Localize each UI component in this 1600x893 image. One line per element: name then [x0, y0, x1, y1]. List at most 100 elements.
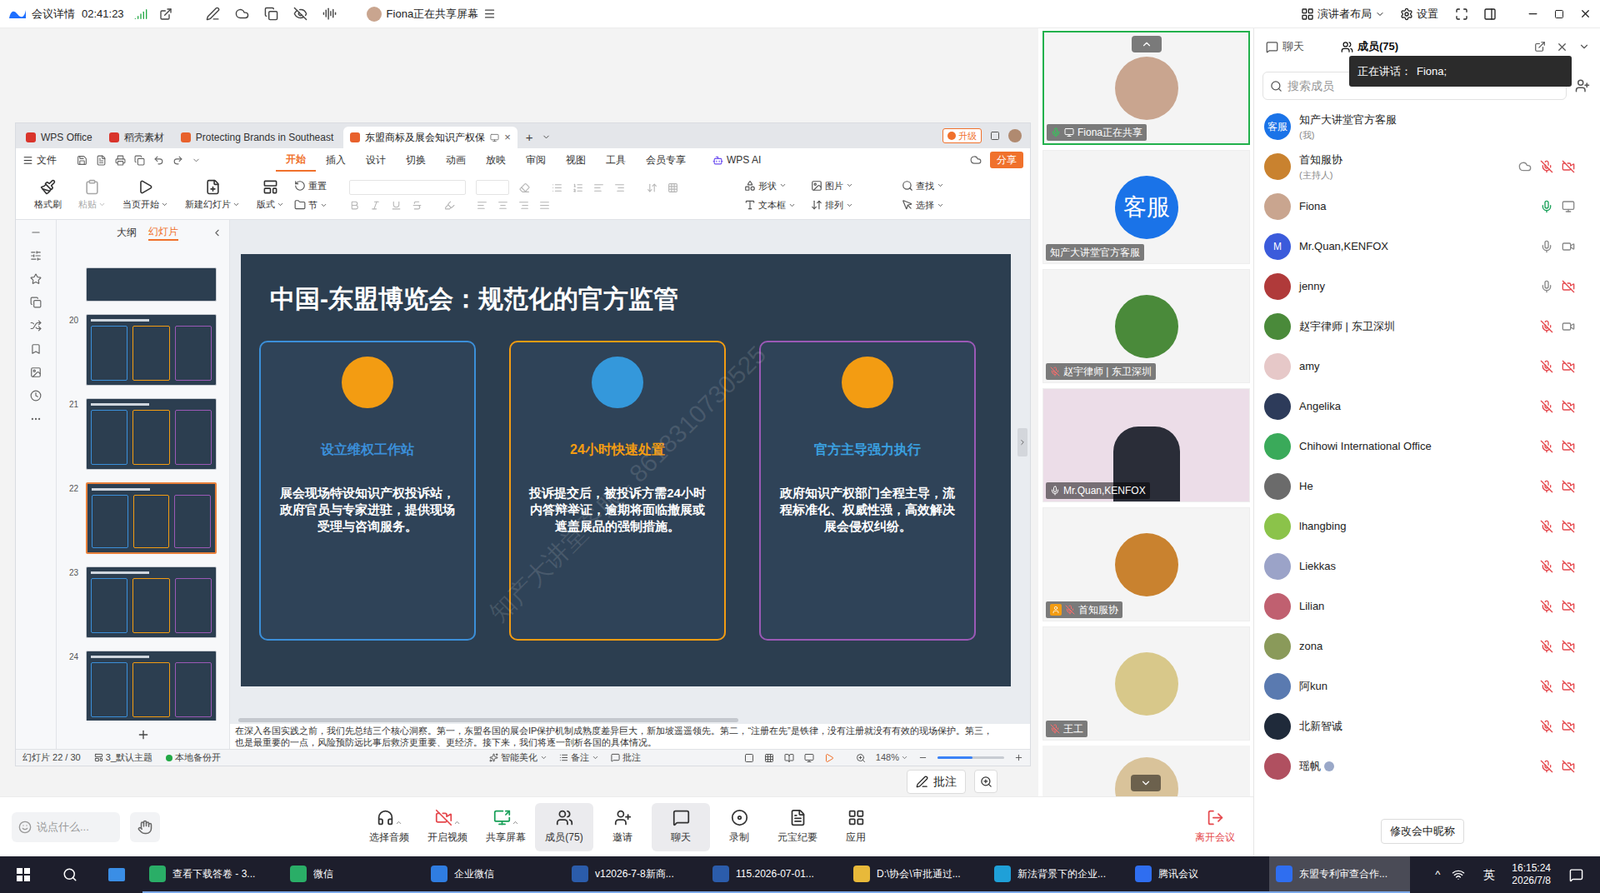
taskbar-item[interactable]: 115.2026-07-01...: [705, 856, 847, 893]
toolbar-button[interactable]: 聊天: [651, 803, 710, 852]
member-row[interactable]: Fiona: [1254, 186, 1600, 227]
layout-button[interactable]: 演讲者布局: [1300, 5, 1385, 23]
notification-icon[interactable]: [1569, 868, 1584, 883]
ribbon-small-button[interactable]: 排列: [810, 198, 854, 213]
video-tile[interactable]: Fiona正在共享: [1042, 30, 1250, 145]
document-tab[interactable]: WPS Office: [19, 126, 100, 149]
copy-icon[interactable]: [264, 6, 279, 21]
transition-icon[interactable]: [30, 320, 42, 332]
ribbon-small-button[interactable]: 形状: [744, 179, 796, 194]
zoom-slider[interactable]: [937, 756, 1005, 760]
audio-icon[interactable]: [322, 6, 337, 21]
menu-item[interactable]: 视图: [555, 148, 596, 172]
panel-tab[interactable]: 聊天: [1265, 38, 1305, 55]
collapse-icon[interactable]: [30, 226, 42, 239]
member-row[interactable]: Liekkas: [1254, 546, 1600, 587]
network-icon[interactable]: [1451, 868, 1465, 882]
member-row[interactable]: Angelika: [1254, 386, 1600, 427]
member-row[interactable]: 首知服协(主持人): [1254, 146, 1600, 187]
star-icon[interactable]: [30, 273, 42, 285]
ribbon-button[interactable]: 粘贴: [71, 179, 113, 212]
document-icon[interactable]: [95, 155, 107, 166]
video-tile[interactable]: 客服知产大讲堂官方客服: [1042, 150, 1250, 265]
menu-item[interactable]: 动画: [435, 148, 476, 172]
sidebar-icon[interactable]: [1483, 7, 1497, 21]
ribbon-button[interactable]: 当页开始: [115, 179, 175, 212]
reading-view-icon[interactable]: [784, 753, 795, 764]
scroll-down-button[interactable]: [1130, 775, 1161, 792]
ribbon-small-button[interactable]: 查找: [901, 179, 945, 194]
document-tab[interactable]: 稻壳素材: [102, 126, 171, 149]
document-tab[interactable]: Protecting Brands in Southeast: [174, 126, 340, 149]
toolbar-button[interactable]: 元宝纪要: [768, 803, 827, 852]
copy-icon[interactable]: [30, 296, 42, 309]
toolbar-button[interactable]: 邀请: [593, 803, 652, 852]
video-tile[interactable]: 首知服协: [1042, 507, 1250, 622]
video-tile[interactable]: 王工: [1042, 626, 1250, 741]
panel-tab[interactable]: 大纲: [116, 225, 137, 240]
member-row[interactable]: 阿kun: [1254, 666, 1600, 707]
font-field[interactable]: [349, 180, 466, 195]
document-tab[interactable]: 东盟商标及展会知识产权保×: [343, 126, 518, 149]
menu-item[interactable]: 设计: [355, 148, 396, 172]
upgrade-badge[interactable]: 升级: [942, 128, 982, 145]
member-row[interactable]: lhangbing: [1254, 506, 1600, 547]
menu-item[interactable]: 开始: [275, 148, 316, 172]
theme-name[interactable]: 3_默认主题: [94, 750, 153, 765]
horizontal-scrollbar[interactable]: [230, 715, 1030, 725]
member-row[interactable]: 客服知产大讲堂官方客服(我): [1254, 106, 1600, 147]
pop-out-icon[interactable]: [1534, 40, 1546, 53]
sliders-icon[interactable]: [30, 250, 42, 262]
ribbon-button[interactable]: 新建幻灯片: [178, 179, 247, 212]
collapse-panel-icon[interactable]: [211, 227, 223, 239]
notes-button[interactable]: 备注: [559, 750, 600, 765]
tab-close[interactable]: ×: [504, 129, 511, 146]
cloud-icon[interactable]: [970, 154, 982, 166]
redo-icon[interactable]: [172, 155, 184, 166]
ribbon-button[interactable]: 版式: [250, 179, 291, 212]
slide-thumbnail[interactable]: 24: [56, 650, 230, 721]
panel-tab[interactable]: 幻灯片: [148, 224, 179, 241]
start-button[interactable]: [0, 856, 47, 893]
taskbar-item[interactable]: 东盟专利审查合作...: [1269, 856, 1410, 893]
ribbon-small-button[interactable]: 图片: [810, 179, 854, 194]
ribbon-button[interactable]: 格式刷: [27, 179, 69, 212]
taskbar-item[interactable]: 查看下载答卷 - 3...: [142, 856, 284, 893]
sorter-view-icon[interactable]: [764, 753, 775, 764]
leave-button[interactable]: 离开会议: [1195, 809, 1235, 845]
beautify-button[interactable]: 智能美化: [489, 750, 548, 765]
video-tile[interactable]: Mr.Quan,KENFOX: [1042, 388, 1250, 503]
backup-status[interactable]: 本地备份开: [165, 750, 221, 765]
print-icon[interactable]: [115, 155, 126, 166]
member-row[interactable]: Lilian: [1254, 586, 1600, 627]
save-icon[interactable]: [76, 155, 88, 166]
close-icon[interactable]: [1555, 40, 1569, 54]
size-field[interactable]: [475, 180, 510, 195]
zoom-out-icon[interactable]: [918, 753, 928, 763]
ribbon-small-button[interactable]: 选择: [901, 198, 945, 213]
slide-thumbnail[interactable]: 23: [56, 566, 230, 639]
clock[interactable]: 16:15:242026/7/8: [1511, 862, 1551, 888]
collapse-arrow[interactable]: [1017, 428, 1028, 457]
video-tile[interactable]: 赵宇律师 | 东卫深圳: [1042, 269, 1250, 384]
slide-thumbnail[interactable]: 20: [56, 314, 230, 386]
member-row[interactable]: He: [1254, 466, 1600, 507]
taskbar-item[interactable]: v12026-7-8新商...: [565, 856, 706, 893]
play-icon[interactable]: [824, 753, 835, 764]
zoom-button[interactable]: [974, 770, 998, 794]
zoom-in-icon[interactable]: [1014, 753, 1024, 763]
cloud-icon[interactable]: [235, 6, 250, 21]
meeting-details[interactable]: 会议详情: [31, 5, 75, 23]
menu-item[interactable]: 会员专享: [635, 148, 696, 172]
annotate-button[interactable]: 批注: [906, 770, 966, 795]
member-row[interactable]: MMr.Quan,KENFOX: [1254, 226, 1600, 267]
scroll-up-button[interactable]: [1131, 35, 1162, 53]
taskbar-item[interactable]: D:\协会\审批通过...: [846, 856, 988, 893]
ribbon-small-button[interactable]: 重置: [294, 179, 328, 194]
member-row[interactable]: jenny: [1254, 266, 1600, 307]
comments-button[interactable]: 批注: [610, 750, 641, 765]
share-button[interactable]: 分享: [990, 151, 1024, 169]
member-row[interactable]: 瑶帆: [1254, 746, 1600, 787]
close-icon[interactable]: [1579, 7, 1592, 20]
raise-hand-button[interactable]: [130, 812, 160, 843]
